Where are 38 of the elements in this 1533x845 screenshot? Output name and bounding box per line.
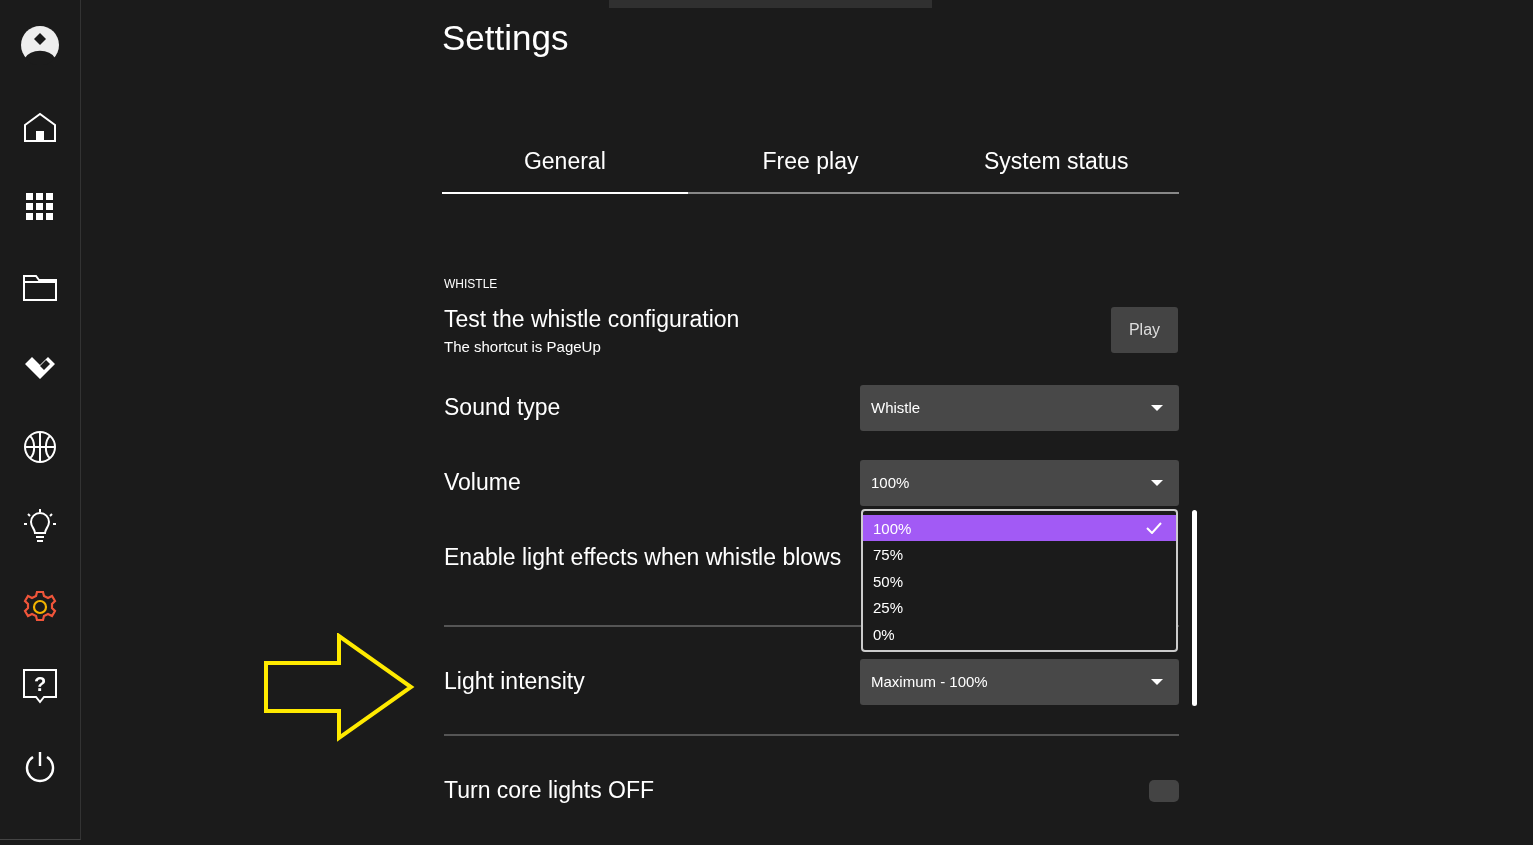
lightbulb-icon bbox=[23, 509, 57, 545]
basketball-icon bbox=[23, 430, 57, 464]
folder-icon bbox=[23, 273, 57, 301]
avatar-icon bbox=[20, 25, 60, 65]
nav-button[interactable]: ? bbox=[0, 647, 81, 727]
toggle-switch[interactable] bbox=[1149, 779, 1179, 802]
settings-icon bbox=[23, 590, 57, 624]
setting-label: Sound type bbox=[444, 393, 561, 423]
dropdown[interactable]: Whistle bbox=[860, 384, 1179, 431]
menu-option[interactable]: 25% bbox=[863, 594, 1176, 621]
section-label: WHISTLE bbox=[444, 277, 499, 291]
play-button[interactable]: Play bbox=[1111, 306, 1178, 353]
heart-check-icon bbox=[24, 354, 56, 380]
dropdown[interactable]: 100% bbox=[860, 459, 1179, 506]
setting-label: Volume bbox=[444, 468, 521, 498]
dropdown[interactable]: Maximum - 100% bbox=[860, 658, 1179, 705]
grid-icon bbox=[26, 193, 54, 221]
caret-icon bbox=[1151, 404, 1163, 411]
help-icon: ? bbox=[23, 669, 57, 705]
menu-option[interactable]: 100% bbox=[863, 514, 1176, 542]
home-icon bbox=[23, 112, 57, 142]
menu-option[interactable]: 0% bbox=[863, 620, 1176, 648]
check-icon bbox=[1146, 522, 1162, 534]
scrollbar[interactable] bbox=[1192, 510, 1197, 706]
tab[interactable]: Free play bbox=[687, 138, 934, 194]
setting-label: Light intensity bbox=[444, 667, 585, 697]
setting-label: Enable light effects when whistle blows bbox=[444, 543, 842, 573]
caret-icon bbox=[1151, 678, 1163, 685]
setting-hint: The shortcut is PageUp bbox=[444, 337, 602, 355]
caret-icon bbox=[1151, 479, 1163, 486]
setting-label: Test the whistle configuration bbox=[444, 305, 740, 334]
setting-label: Turn core lights OFF bbox=[444, 776, 655, 806]
menu-option[interactable]: 50% bbox=[863, 567, 1176, 595]
tab[interactable]: General bbox=[442, 138, 688, 194]
tab[interactable]: System status bbox=[933, 138, 1179, 194]
page-title: Settings bbox=[442, 18, 570, 58]
menu-option[interactable]: 75% bbox=[863, 541, 1176, 568]
power-icon bbox=[24, 750, 56, 784]
